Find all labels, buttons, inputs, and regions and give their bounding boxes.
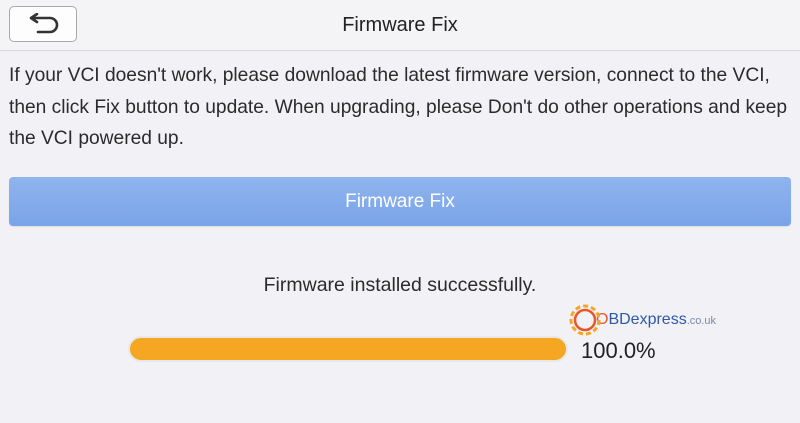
- firmware-fix-button[interactable]: Firmware Fix: [9, 177, 791, 226]
- progress-bar: [128, 336, 568, 362]
- watermark-tld: .co.uk: [686, 315, 717, 327]
- status-message: Firmware installed successfully.: [263, 274, 537, 296]
- progress-percent: 100.0%: [581, 338, 656, 363]
- page-title: Firmware Fix: [342, 14, 458, 36]
- watermark-text: OBDexpress.co.uk: [596, 311, 716, 329]
- watermark-logo: OBDexpress.co.uk: [567, 302, 716, 338]
- title-bar: Firmware Fix: [0, 0, 800, 51]
- speedometer-icon: [567, 302, 603, 338]
- watermark-brand: BDexpress: [608, 311, 687, 328]
- instructions-text: If your VCI doesn't work, please downloa…: [9, 65, 788, 149]
- progress-bar-fill: [128, 336, 568, 362]
